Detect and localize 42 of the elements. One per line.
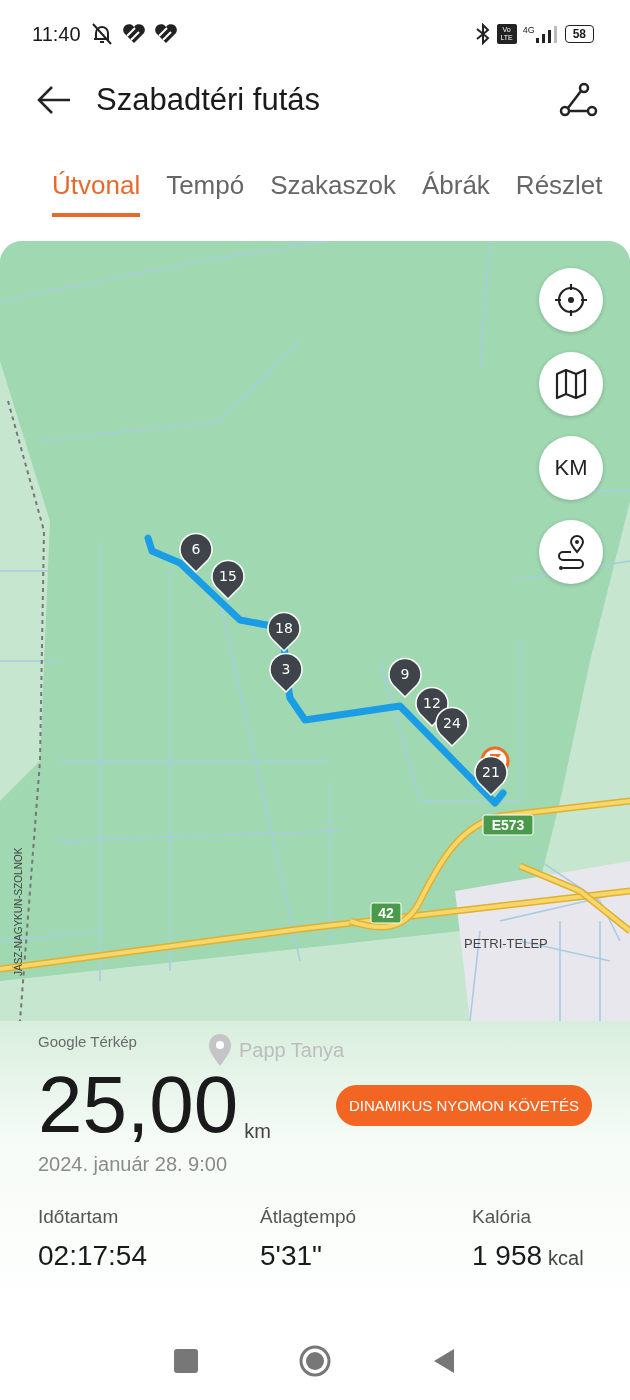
page-title: Szabadtéri futás	[96, 82, 322, 118]
stat-value: 5'31"	[260, 1240, 322, 1272]
stat-unit: kcal	[548, 1247, 584, 1270]
crosshair-icon	[554, 283, 588, 317]
place-pin-icon	[206, 1033, 233, 1067]
map-icon	[554, 367, 588, 401]
back-nav-button[interactable]	[432, 1347, 456, 1375]
km-marker: 6	[179, 532, 213, 573]
share-route-button[interactable]	[558, 82, 598, 118]
tab[interactable]: Ábrák	[421, 170, 490, 217]
place-label: PETRI-TELEP	[464, 936, 548, 951]
tab[interactable]: Szakaszok	[270, 170, 396, 217]
km-marker: 21	[474, 755, 508, 796]
stat-label: Átlagtempó	[260, 1206, 358, 1228]
back-button[interactable]	[36, 85, 72, 115]
km-marker: 15	[211, 559, 245, 600]
stat-label: Kalória	[472, 1206, 533, 1228]
distance-value: 25,00	[38, 1063, 239, 1147]
bluetooth-icon	[474, 23, 491, 45]
road-label: 42	[370, 902, 402, 924]
home-button[interactable]	[298, 1344, 332, 1378]
map-attribution: Google Térkép	[38, 1033, 137, 1050]
km-marker: 18	[267, 611, 301, 652]
tab[interactable]: Útvonal	[52, 170, 141, 217]
network-label: 4G	[522, 25, 535, 35]
stat-value: 02:17:54	[38, 1240, 147, 1272]
tab[interactable]: Részlet	[515, 170, 603, 217]
battery-icon: 58	[564, 25, 594, 43]
dynamic-tracking-button[interactable]: DINAMIKUS NYOMON KÖVETÉS	[335, 1084, 592, 1126]
km-marker: 3	[269, 652, 303, 693]
heart-icon	[152, 23, 179, 45]
place-label: JÁSZ-NAGYKUN-SZOLNOK	[13, 847, 24, 976]
distance-unit: km	[244, 1120, 271, 1143]
tab[interactable]: Tempó	[166, 170, 245, 217]
status-time: 11:40	[32, 22, 81, 46]
signal-icon	[534, 24, 559, 44]
stat-label: Időtartam	[38, 1206, 120, 1228]
road-label: E573	[482, 814, 534, 836]
km-marker: 9	[388, 657, 422, 698]
heart-icon	[120, 23, 147, 45]
activity-date: 2024. január 28. 9:00	[38, 1153, 229, 1176]
stat-value: 1 958	[472, 1240, 543, 1272]
